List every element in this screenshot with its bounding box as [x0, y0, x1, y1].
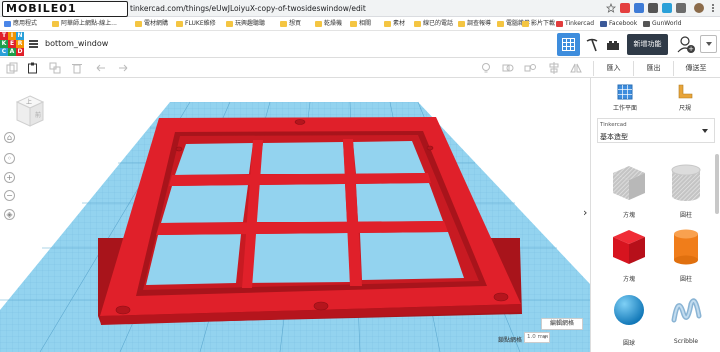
bookmark-apps[interactable]: 應用程式: [4, 19, 37, 29]
bookmark-item[interactable]: 電材網購: [135, 19, 168, 29]
copy-icon[interactable]: [6, 62, 18, 74]
shape-cylinder-hole[interactable]: 圓柱: [658, 162, 714, 222]
browser-url-bar: MOBILE01 tinkercad.com/things/eUwJLoiyuX…: [0, 0, 720, 17]
bookmark-item[interactable]: 相關: [350, 19, 371, 29]
workplane-label: 工作平面: [612, 105, 637, 112]
3d-viewport[interactable]: 上 前 ⌂ ◦ + − ◈ › 編輯網格 鎖點網格 1.0 mm: [0, 78, 590, 352]
design-title[interactable]: bottom_window: [45, 39, 108, 48]
panel-collapse-chevron-icon[interactable]: ›: [583, 206, 590, 220]
view-cube-top-label: 上: [26, 99, 33, 106]
address-bar-url[interactable]: tinkercad.com/things/eUwJLoiyuX-copy-of-…: [130, 4, 366, 13]
menu-dots-icon[interactable]: [708, 3, 718, 13]
shape-box-hole[interactable]: 方塊: [601, 162, 657, 222]
ruler-icon: [678, 84, 693, 99]
snap-grid-select[interactable]: 1.0 mm: [524, 332, 550, 343]
mobile01-logo: MOBILE01: [2, 1, 128, 17]
box-hole-icon: [613, 166, 645, 200]
shape-label: Scribble: [673, 338, 699, 345]
extension-icon[interactable]: [662, 3, 672, 13]
group-icon[interactable]: [502, 62, 514, 74]
fit-view-icon[interactable]: ◦: [4, 153, 15, 164]
bookmark-item[interactable]: 玩興趣聽聽: [226, 19, 265, 29]
redo-icon[interactable]: [117, 62, 129, 74]
workplane-tool[interactable]: 工作平面: [595, 82, 655, 118]
shape-label: 圓柱: [679, 212, 692, 219]
bookmark-item[interactable]: GunWorld: [643, 19, 681, 29]
extension-icon[interactable]: [676, 3, 686, 13]
undo-icon[interactable]: [95, 62, 107, 74]
home-view-icon[interactable]: ⌂: [4, 132, 15, 143]
send-to-button[interactable]: 傳送至: [673, 61, 718, 76]
snap-grid-label: 鎖點網格: [498, 337, 523, 344]
ruler-label: 尺規: [678, 105, 691, 112]
view-cube-side-label: 前: [35, 112, 42, 119]
bookmark-item[interactable]: Facebook: [600, 19, 637, 29]
shape-scribble[interactable]: Scribble: [658, 290, 714, 350]
panel-scrollbar[interactable]: [715, 154, 719, 214]
export-button[interactable]: 匯出: [633, 61, 673, 76]
new-features-button[interactable]: 新增功能: [627, 34, 668, 55]
shape-sphere[interactable]: 圓球: [601, 290, 657, 350]
mirror-icon[interactable]: [570, 62, 582, 74]
blocks-pickaxe-icon[interactable]: [585, 38, 599, 52]
view-cube[interactable]: 上 前: [15, 94, 45, 128]
bookmarks-bar: 應用程式 阿華師上網點-線上... 電材網購 FLUKE維修 玩興趣聽聽 想買 …: [0, 17, 720, 31]
help-dropdown-button[interactable]: [700, 35, 717, 53]
bookmark-item[interactable]: 阿華師上網點-線上...: [52, 19, 117, 29]
3d-view-button[interactable]: [557, 33, 580, 56]
bookmark-item[interactable]: 素材: [384, 19, 405, 29]
extension-icon[interactable]: [620, 3, 630, 13]
bricks-icon[interactable]: [606, 38, 620, 52]
shape-library-dropdown[interactable]: Tinkercad 基本造型: [597, 118, 715, 143]
library-provider: Tinkercad: [600, 122, 627, 128]
shape-label: 圓柱: [679, 276, 692, 283]
profile-icon[interactable]: [694, 3, 704, 13]
bookmark-item[interactable]: 影片下載: [522, 19, 555, 29]
workplane-icon: [617, 84, 633, 100]
ruler-tool[interactable]: 尺規: [655, 82, 715, 118]
paste-icon[interactable]: [27, 62, 39, 74]
ungroup-icon[interactable]: [524, 62, 536, 74]
sphere-icon: [614, 295, 644, 325]
bookmark-star-icon[interactable]: [605, 2, 617, 13]
shape-label: 方塊: [622, 276, 635, 283]
library-name: 基本造型: [600, 133, 628, 141]
bookmark-item[interactable]: 想買: [280, 19, 301, 29]
shape-box[interactable]: 方塊: [601, 226, 657, 286]
workplane-scene[interactable]: [0, 78, 590, 352]
trash-icon[interactable]: [71, 62, 83, 74]
bookmark-item[interactable]: Tinkercad: [556, 19, 594, 29]
shape-label: 圓球: [622, 340, 635, 347]
bookmark-item[interactable]: 線已的電話: [414, 19, 453, 29]
tinkercad-header: T I N K E R C A D bottom_window 新增功能 +: [0, 31, 720, 58]
edit-toolbar: 匯入 匯出 傳送至: [0, 58, 720, 78]
cylinder-hole-icon: [671, 164, 701, 201]
zoom-in-icon[interactable]: +: [4, 172, 15, 183]
import-button[interactable]: 匯入: [593, 61, 633, 76]
lightbulb-icon[interactable]: [480, 62, 492, 74]
grid-icon: [562, 38, 575, 51]
bookmark-item[interactable]: 調查報導: [458, 19, 491, 29]
shape-label: 方塊: [622, 212, 635, 219]
scribble-icon: [671, 298, 702, 323]
cylinder-icon: [674, 229, 698, 265]
extension-icon[interactable]: [648, 3, 658, 13]
edit-grid-button[interactable]: 編輯網格: [541, 318, 583, 330]
perspective-icon[interactable]: ◈: [4, 209, 15, 220]
align-icon[interactable]: [548, 62, 560, 74]
extension-icon[interactable]: [634, 3, 644, 13]
zoom-out-icon[interactable]: −: [4, 190, 15, 201]
duplicate-icon[interactable]: [49, 62, 61, 74]
shape-cylinder[interactable]: 圓柱: [658, 226, 714, 286]
add-user-icon[interactable]: +: [687, 45, 695, 53]
tinkercad-logo[interactable]: T I N K E R C A D: [0, 31, 24, 57]
shapes-panel: 工作平面 尺規 Tinkercad 基本造型 方塊 圓柱 方塊 圓柱 圓球 Sc…: [590, 78, 720, 352]
design-list-icon[interactable]: [29, 40, 38, 48]
bookmark-item[interactable]: 乾燥機: [315, 19, 342, 29]
box-icon: [613, 230, 645, 264]
bookmark-item[interactable]: FLUKE維修: [176, 19, 216, 29]
